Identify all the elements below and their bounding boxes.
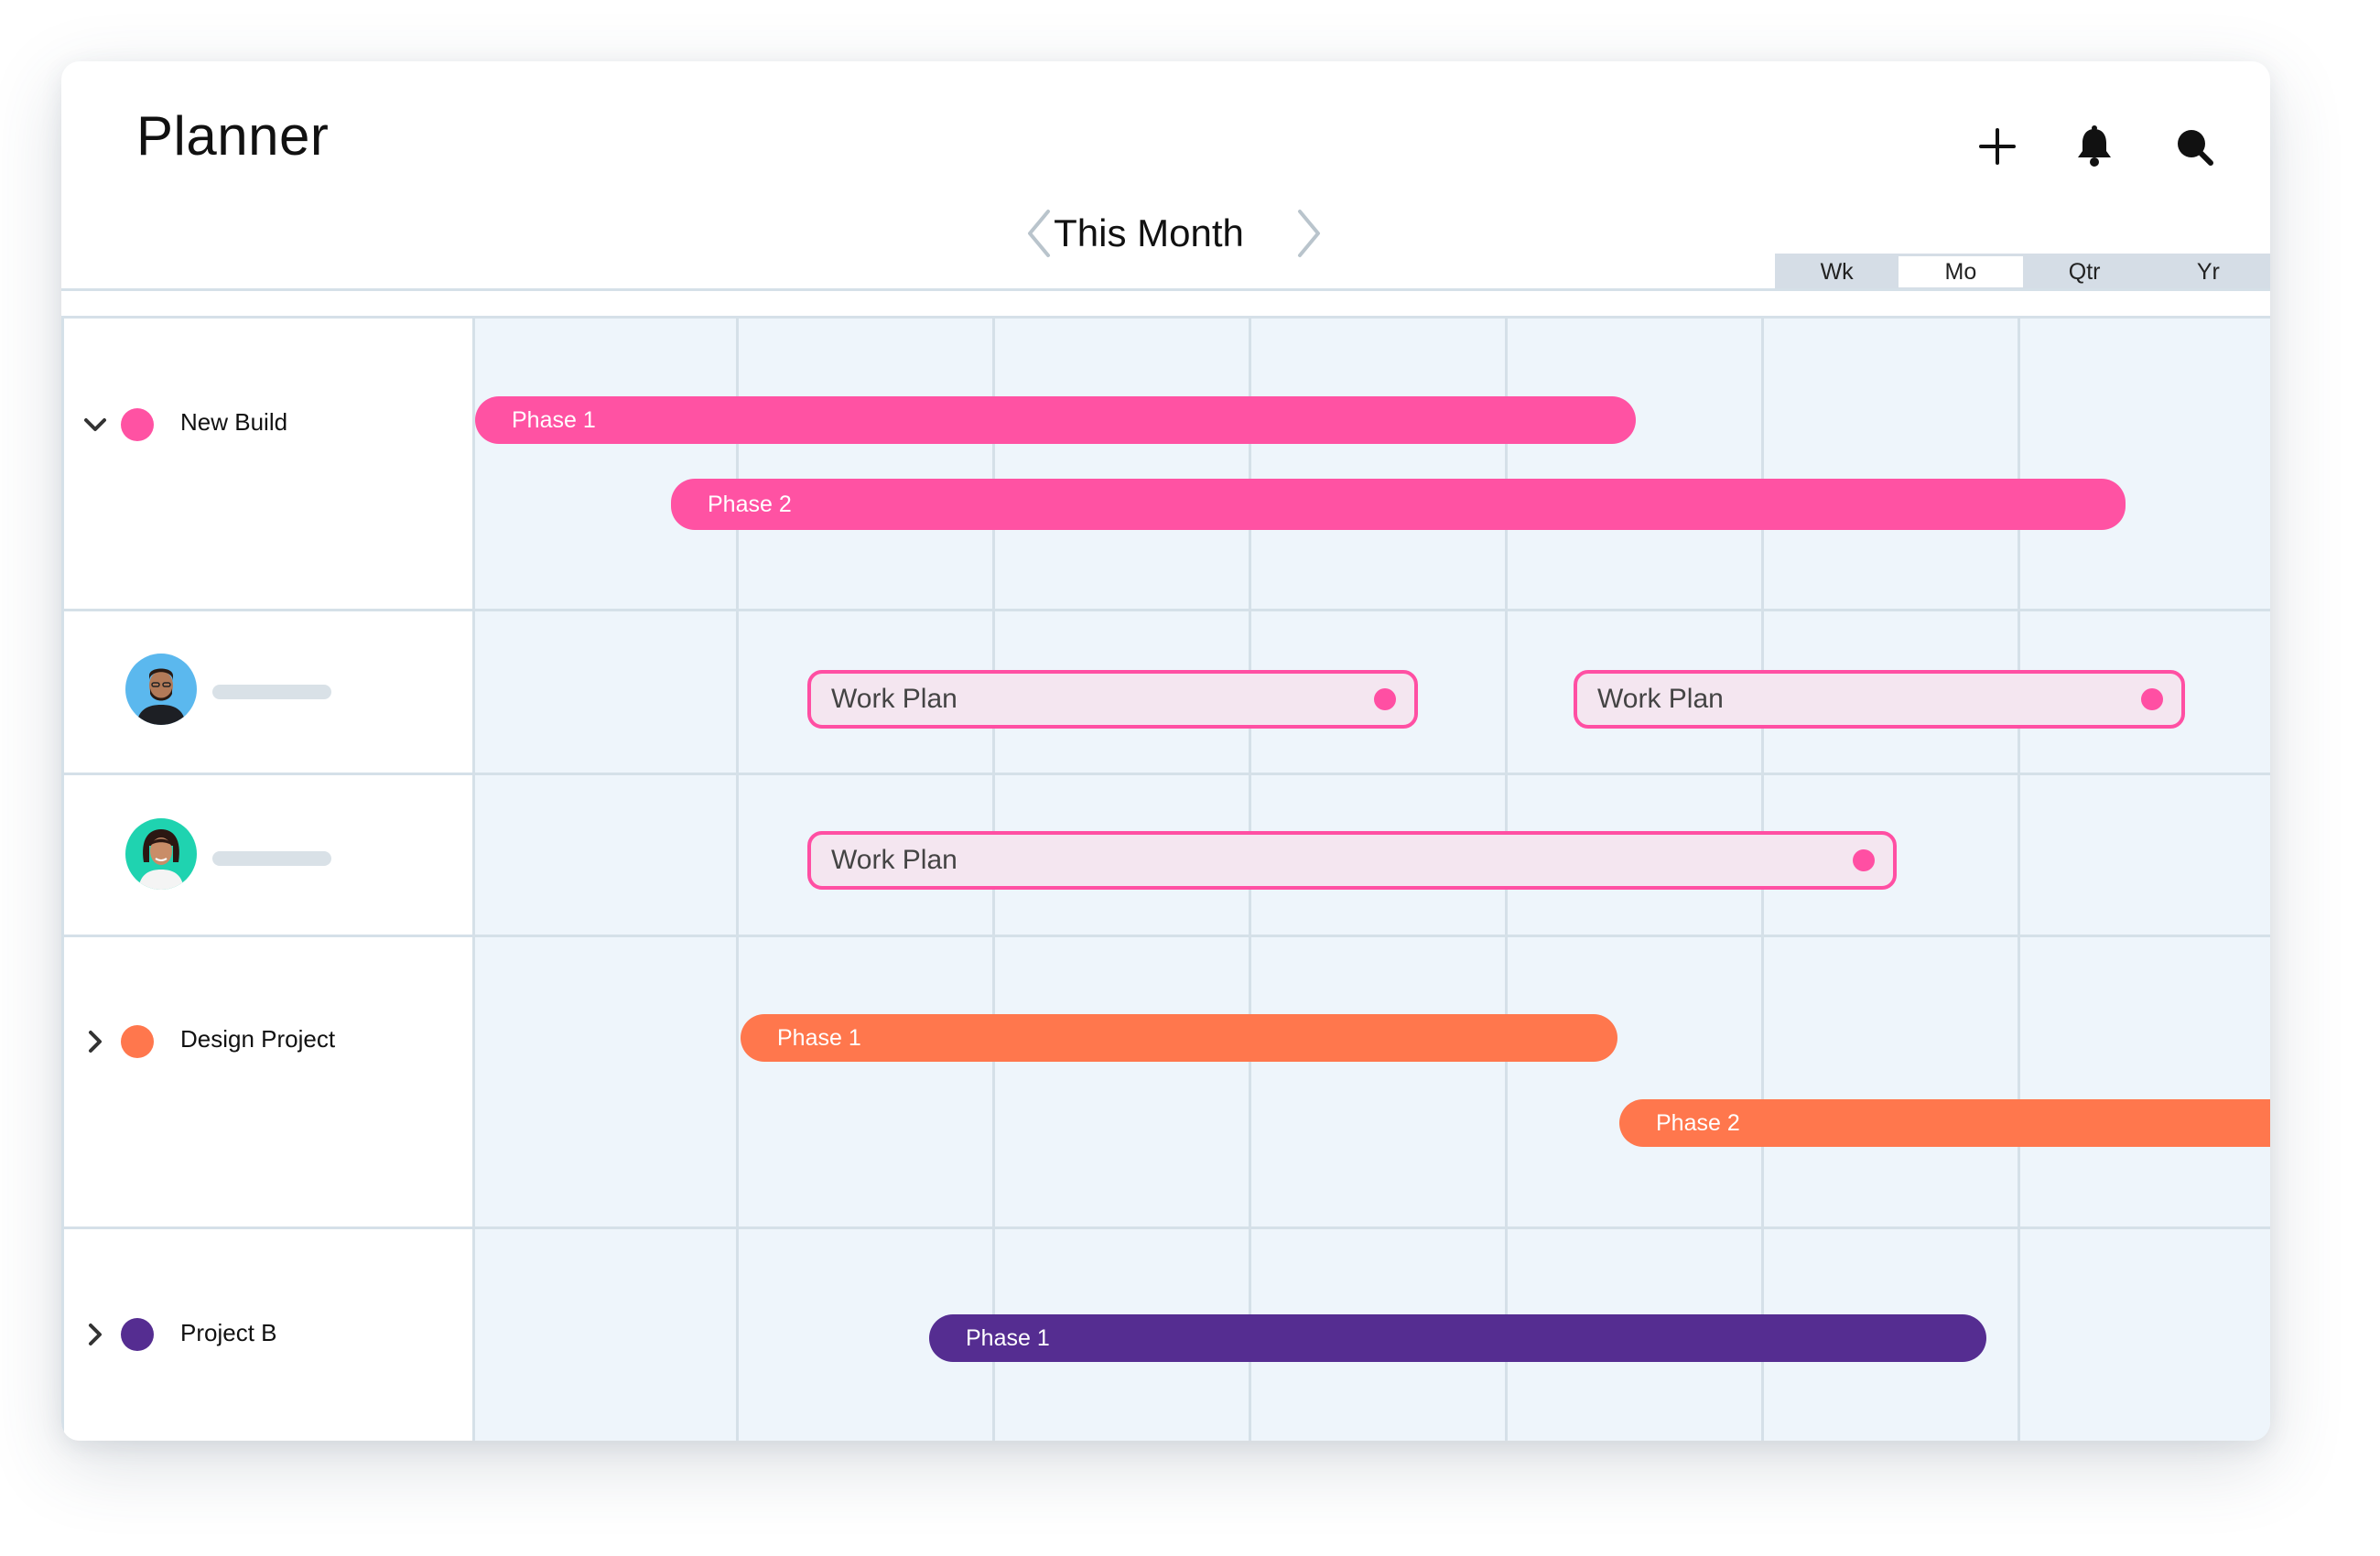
header-divider: [61, 288, 2270, 291]
gantt-bar-new-build-phase-1[interactable]: Phase 1: [475, 396, 1636, 444]
project-name: Project B: [180, 1319, 277, 1346]
chevron-right-icon[interactable]: [81, 1028, 109, 1055]
work-plan-item[interactable]: Work Plan: [1574, 670, 2185, 729]
period-label: This Month: [1054, 211, 1244, 254]
work-plan-label: Work Plan: [831, 684, 957, 714]
gantt-bar-design-project-phase-2[interactable]: Phase 2: [1619, 1099, 2270, 1147]
work-plan-item[interactable]: Work Plan: [807, 670, 1418, 729]
project-color-dot: [121, 408, 154, 441]
project-name: Design Project: [180, 1025, 336, 1053]
bar-label: Phase 1: [512, 406, 596, 433]
person-row-1[interactable]: [61, 611, 475, 773]
status-dot: [2141, 688, 2163, 710]
planner-card: Planner This Month Wk Mo Qtr Yr New Buil…: [61, 61, 2270, 1441]
name-placeholder: [212, 685, 331, 699]
status-dot: [1853, 849, 1875, 871]
bar-label: Phase 2: [708, 491, 792, 517]
avatar: [125, 818, 197, 890]
view-month-button[interactable]: Mo: [1899, 256, 2023, 287]
view-week-button[interactable]: Wk: [1775, 254, 1899, 290]
avatar: [125, 654, 197, 725]
chevron-right-icon[interactable]: [81, 1321, 109, 1348]
view-quarter-button[interactable]: Qtr: [2023, 254, 2147, 290]
project-row-project-b[interactable]: Project B: [61, 1229, 475, 1441]
work-plan-item[interactable]: Work Plan: [807, 831, 1897, 890]
bar-label: Phase 1: [966, 1324, 1050, 1351]
project-row-new-build[interactable]: New Build: [61, 319, 475, 609]
status-dot: [1374, 688, 1396, 710]
bell-icon[interactable]: [2069, 121, 2120, 172]
search-icon[interactable]: [2169, 121, 2220, 172]
chevron-left-icon[interactable]: [1021, 206, 1057, 261]
chevron-right-icon[interactable]: [1291, 206, 1327, 261]
view-year-button[interactable]: Yr: [2147, 254, 2270, 290]
bar-label: Phase 2: [1656, 1109, 1740, 1136]
project-name: New Build: [180, 408, 288, 436]
name-placeholder: [212, 851, 331, 866]
plus-icon[interactable]: [1972, 121, 2023, 172]
gantt-grid: New Build Phase 1 Phase 2 Work Plan Work…: [61, 316, 2270, 1441]
gantt-bar-project-b-phase-1[interactable]: Phase 1: [929, 1314, 1986, 1362]
bar-label: Phase 1: [777, 1024, 861, 1051]
view-toggle: Wk Mo Qtr Yr: [1775, 254, 2270, 290]
gantt-bar-new-build-phase-2[interactable]: Phase 2: [671, 479, 2126, 530]
project-color-dot: [121, 1025, 154, 1058]
project-row-design-project[interactable]: Design Project: [61, 937, 475, 1226]
work-plan-label: Work Plan: [831, 845, 957, 875]
page-title: Planner: [136, 105, 330, 167]
project-color-dot: [121, 1318, 154, 1351]
person-row-2[interactable]: [61, 775, 475, 935]
work-plan-label: Work Plan: [1597, 684, 1724, 714]
chevron-down-icon[interactable]: [81, 411, 109, 438]
gantt-bar-design-project-phase-1[interactable]: Phase 1: [741, 1014, 1617, 1062]
